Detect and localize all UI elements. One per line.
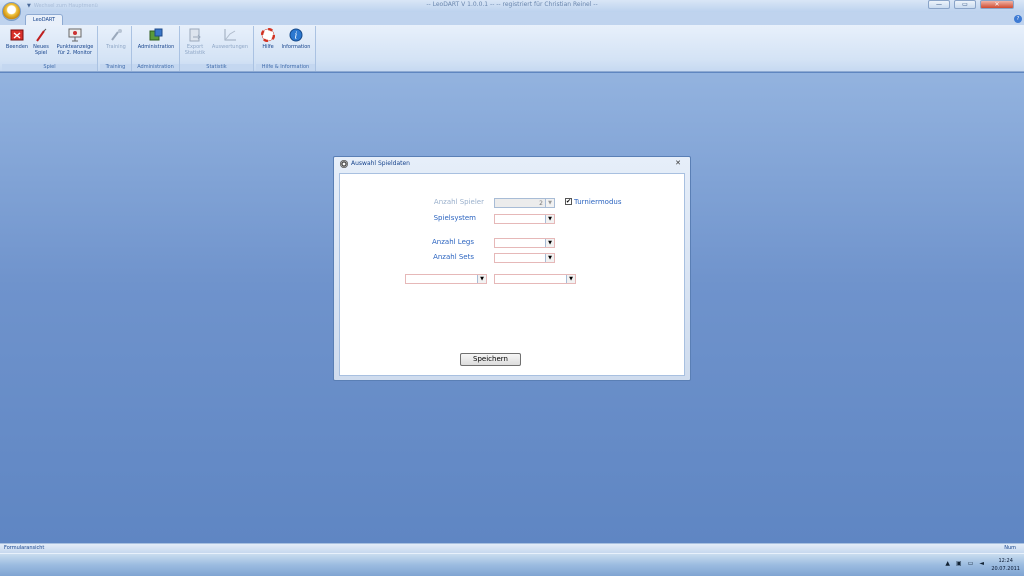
information-button[interactable]: i Information [278, 28, 314, 50]
outer-maximize-button[interactable]: ▭ [954, 0, 976, 9]
dialog-close-button[interactable]: ✕ [675, 159, 681, 167]
taskbar: ▲ ▣ ▭ ◄ 12:24 20.07.2011 [0, 553, 1024, 576]
window-title: -- LeoDART V 1.0.0.1 -- -- registriert f… [426, 1, 598, 8]
group-label-hilfe: Hilfe & Information [256, 64, 315, 71]
group-label-statistik: Statistik [180, 64, 253, 71]
auswertungen-label: Auswertungen [211, 44, 249, 50]
clock-date: 20.07.2011 [991, 566, 1020, 572]
clock[interactable]: 12:24 20.07.2011 [991, 557, 1020, 573]
tray-arrow-icon[interactable]: ▲ [945, 560, 950, 567]
turniermodus-label: Turniermodus [574, 198, 622, 206]
neues-spiel-label: Neues Spiel [33, 44, 49, 56]
tab-leodart[interactable]: LeoDART [25, 14, 63, 25]
qat-dropdown-icon[interactable]: ▼ [27, 3, 31, 9]
group-label-training: Training [100, 64, 131, 71]
chart-icon [223, 28, 237, 42]
ribbon-tabstrip: LeoDART ? [0, 12, 1024, 25]
svg-text:i: i [295, 32, 298, 42]
system-tray: ▲ ▣ ▭ ◄ [945, 560, 984, 567]
exit-icon [10, 28, 24, 42]
title-bar: -- LeoDART V 1.0.0.1 -- -- registriert f… [0, 0, 1024, 12]
administration-button[interactable]: Administration [134, 28, 178, 50]
help-icon[interactable]: ? [1014, 15, 1022, 23]
anzahl-sets-label: Anzahl Sets [433, 253, 474, 261]
monitor-icon [68, 28, 82, 42]
chevron-down-icon[interactable]: ▼ [545, 239, 554, 247]
export-statistik-button[interactable]: Export Statistik [182, 28, 208, 56]
anzahl-spieler-value: 2 [539, 200, 543, 207]
chevron-down-icon[interactable]: ▼ [545, 199, 554, 207]
anzahl-spieler-label: Anzahl Spieler [433, 198, 484, 206]
auswahl-spieldaten-dialog: Auswahl Spieldaten ✕ Anzahl Spieler 2 ▼ … [333, 156, 691, 381]
hilfe-label: Hilfe [262, 44, 274, 50]
anzahl-legs-label: Anzahl Legs [432, 238, 474, 246]
punkteanzeige-button[interactable]: Punkteanzeige für 2. Monitor [52, 28, 98, 56]
beenden-label: Beenden [5, 44, 29, 50]
chevron-down-icon[interactable]: ▼ [566, 275, 575, 283]
ribbon: Beenden Neues Spiel Punkteanzeige für 2.… [0, 25, 1024, 72]
status-text: Formularansicht [4, 545, 45, 551]
spielsystem-label: Spielsystem [433, 214, 476, 222]
dart-icon [34, 28, 48, 42]
chevron-down-icon[interactable]: ▼ [477, 275, 486, 283]
ribbon-group-administration: Administration Administration [132, 26, 180, 71]
hilfe-button[interactable]: Hilfe [258, 27, 278, 50]
auswertungen-button[interactable]: Auswertungen [208, 28, 252, 50]
qat-text: Wechsel zum Hauptmenü [33, 2, 98, 9]
monitor-icon[interactable]: ▭ [968, 560, 974, 567]
administration-label: Administration [137, 44, 175, 50]
volume-icon[interactable]: ◄ [979, 560, 984, 567]
anzahl-spieler-combo[interactable]: 2 ▼ [494, 198, 555, 208]
information-label: Information [281, 44, 311, 50]
training-button[interactable]: Training [102, 28, 130, 50]
beenden-button[interactable]: Beenden [4, 28, 30, 50]
speichern-button[interactable]: Speichern [460, 353, 521, 366]
lifebuoy-icon [260, 27, 276, 43]
network-icon[interactable]: ▣ [956, 560, 962, 567]
info-icon: i [289, 28, 303, 42]
group-label-administration: Administration [132, 64, 179, 71]
punkteanzeige-label: Punkteanzeige für 2. Monitor [56, 44, 94, 56]
neues-spiel-button[interactable]: Neues Spiel [30, 28, 52, 56]
dialog-title: Auswahl Spieldaten [351, 160, 410, 167]
chevron-down-icon[interactable]: ▼ [545, 254, 554, 262]
clock-time: 12:24 [998, 558, 1013, 564]
ribbon-group-statistik: Export Statistik Auswertungen Statistik [180, 26, 254, 71]
database-icon [149, 28, 163, 42]
outer-minimize-button[interactable]: — [928, 0, 950, 9]
group-label-spiel: Spiel [2, 64, 97, 71]
chevron-down-icon[interactable]: ▼ [545, 215, 554, 223]
spielsystem-combo[interactable]: ▼ [494, 214, 555, 224]
export-icon [188, 28, 202, 42]
status-bar: Formularansicht Num [0, 543, 1024, 553]
turniermodus-checkbox[interactable]: ✔ [565, 198, 572, 205]
anzahl-sets-combo[interactable]: ▼ [494, 253, 555, 263]
anzahl-legs-combo[interactable]: ▼ [494, 238, 555, 248]
dialog-body: Anzahl Spieler 2 ▼ ✔ Turniermodus Spiels… [339, 173, 685, 376]
export-statistik-label: Export Statistik [184, 44, 206, 56]
ribbon-group-spiel: Beenden Neues Spiel Punkteanzeige für 2.… [2, 26, 98, 71]
spieler-2-combo[interactable]: ▼ [494, 274, 576, 284]
num-lock-indicator: Num [1004, 545, 1016, 551]
outer-close-button[interactable]: ✕ [980, 0, 1014, 9]
office-button[interactable] [2, 2, 21, 21]
training-label: Training [106, 44, 126, 50]
ribbon-group-training: Training Training [100, 26, 132, 71]
spieler-1-combo[interactable]: ▼ [405, 274, 487, 284]
ribbon-group-hilfe: Hilfe i Information Hilfe & Information [256, 26, 316, 71]
quick-access-toolbar[interactable]: ▼ Wechsel zum Hauptmenü [27, 2, 127, 9]
training-icon [109, 28, 123, 42]
